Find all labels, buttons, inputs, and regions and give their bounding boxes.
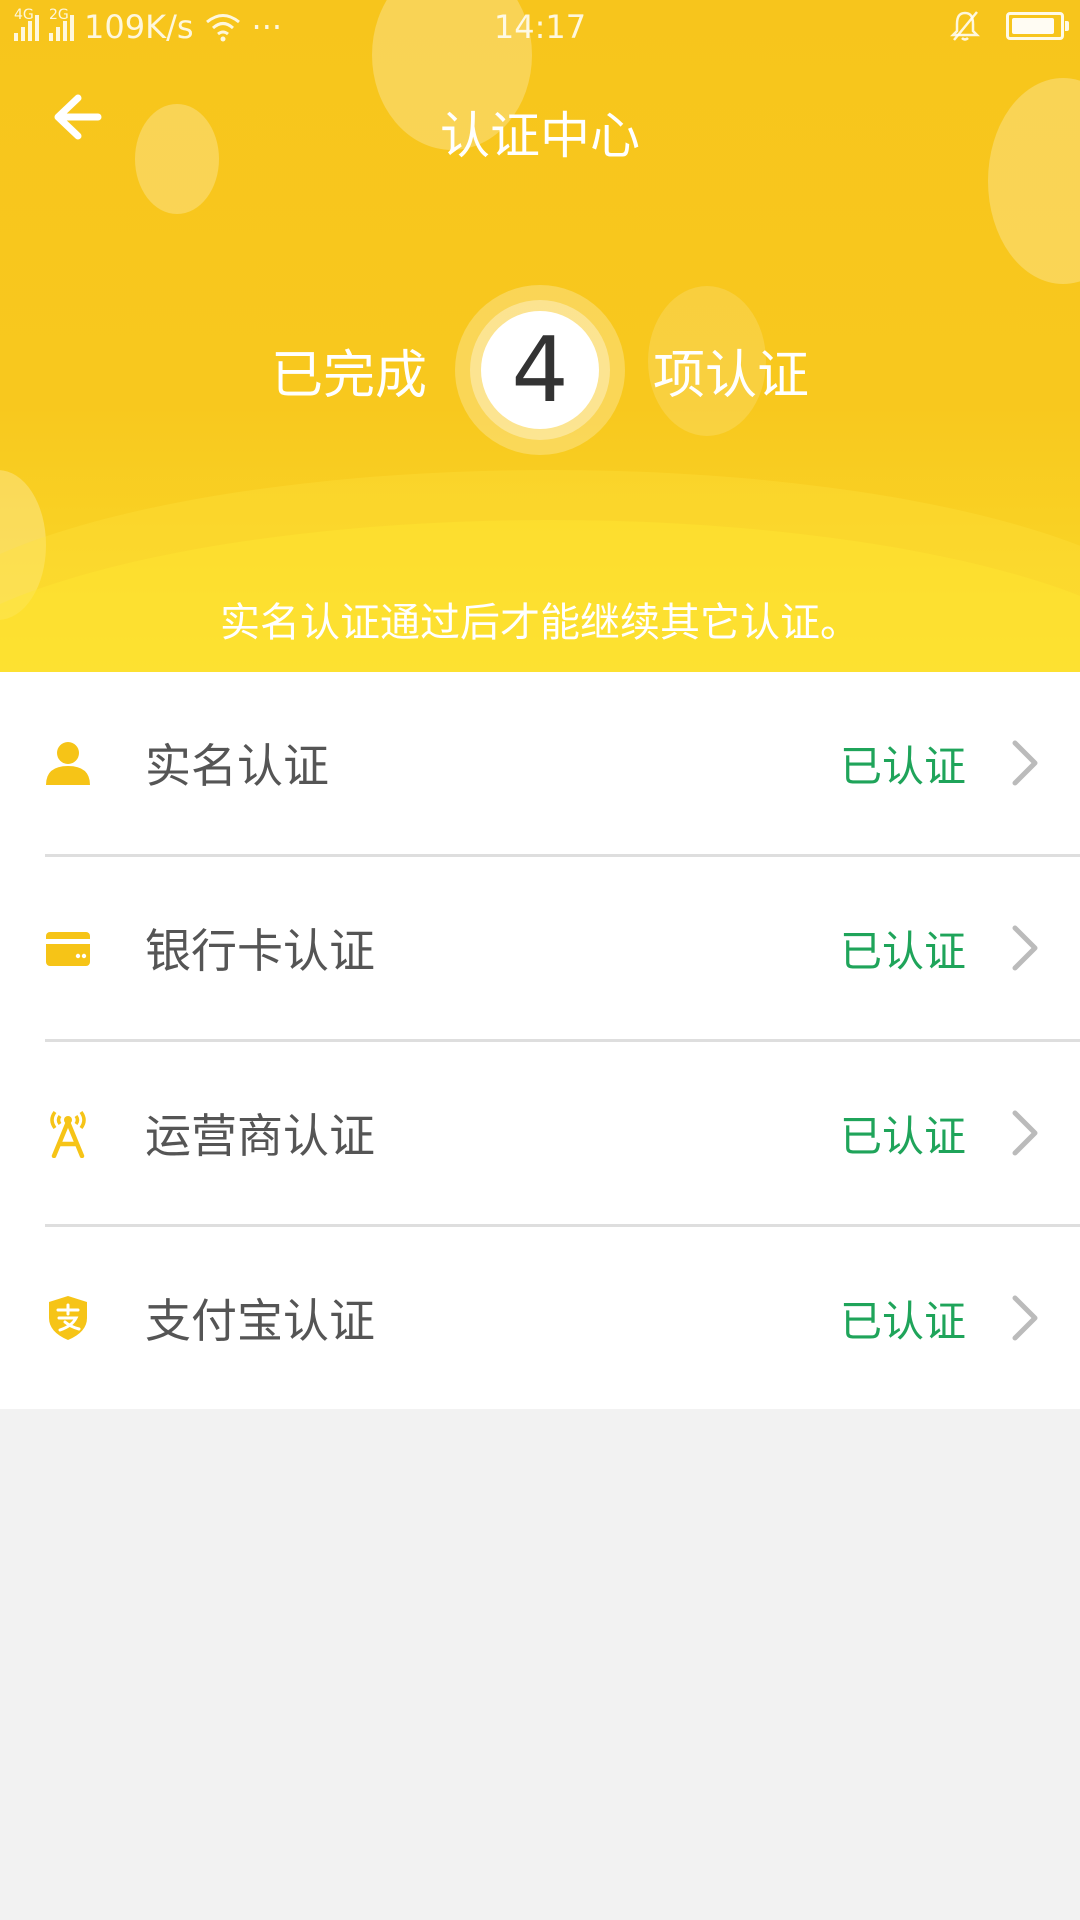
chevron-right-icon [1012,1295,1038,1341]
notice-text: 实名认证通过后才能继续其它认证。 [220,600,860,646]
signal-tower-icon [45,1108,91,1158]
bank-card-icon [45,923,91,973]
item-label: 实名认证 [145,739,329,793]
status-badge: 已认证 [839,1111,966,1161]
item-label: 运营商认证 [145,1109,375,1163]
status-badge: 已认证 [839,926,966,976]
status-badge: 已认证 [839,1296,966,1346]
summary-suffix: 项认证 [653,345,810,406]
chevron-right-icon [1012,1110,1038,1156]
bell-muted-icon [950,11,980,41]
summary-prefix: 已完成 [270,345,427,406]
page-title: 认证中心 [440,107,640,165]
clock: 14:17 [493,8,587,46]
status-badge: 已认证 [839,741,966,791]
chevron-right-icon [1012,925,1038,971]
chevron-right-icon [1012,740,1038,786]
list-item-bank-card[interactable]: 银行卡认证 已认证 [45,854,1080,1039]
count-ring: 4 [455,285,625,455]
list-item-alipay[interactable]: 支付宝认证 已认证 [45,1224,1080,1409]
item-label: 支付宝认证 [145,1294,375,1348]
alipay-shield-icon [45,1293,91,1343]
verification-list: 实名认证 已认证 银行卡认证 已认证 运营商认证 已认证 支付宝认证 已认证 [0,672,1080,1409]
verification-summary: 已完成 4 项认证 [0,280,1080,460]
list-item-real-name[interactable]: 实名认证 已认证 [0,672,1080,854]
status-bar: 4G 2G 109K/s ··· 14:17 [0,0,1080,58]
completed-count: 4 [481,311,599,429]
list-item-carrier[interactable]: 运营商认证 已认证 [45,1039,1080,1224]
person-icon [45,738,91,788]
battery-icon [1006,12,1069,40]
item-label: 银行卡认证 [145,924,375,978]
header-banner: 4G 2G 109K/s ··· 14:17 认证中心 已完成 4 项认证 实名… [0,0,1080,672]
